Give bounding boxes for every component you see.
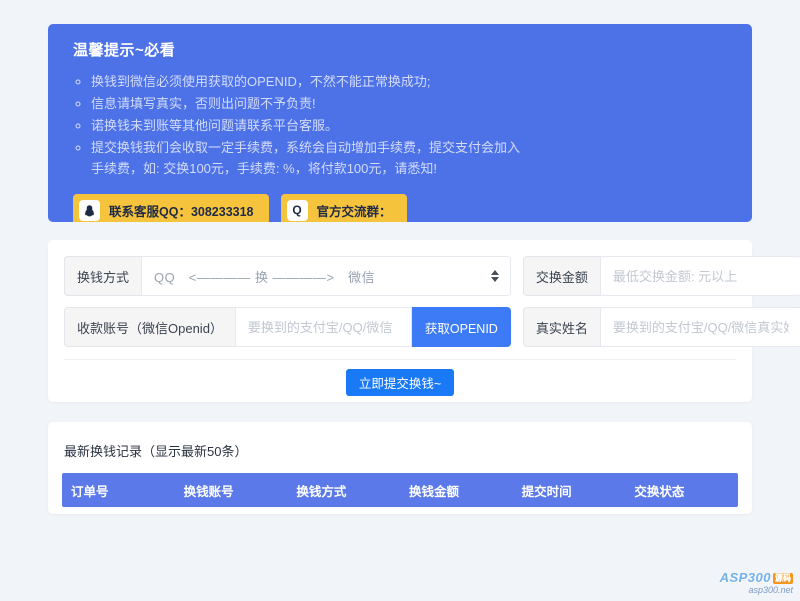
- account-label: 收款账号（微信Openid）: [64, 307, 235, 347]
- realname-label: 真实姓名: [523, 307, 600, 347]
- column-header-amount: 换钱金额: [400, 481, 513, 500]
- account-field: 收款账号（微信Openid） 获取OPENID: [64, 307, 511, 347]
- page: 温馨提示~必看 换钱到微信必须使用获取的OPENID，不然不能正常换成功; 信息…: [0, 0, 800, 514]
- select-arrows-icon: [491, 270, 499, 282]
- notice-item: 信息请填写真实，否则出问题不予负责!: [91, 93, 531, 114]
- submit-exchange-button[interactable]: 立即提交换钱~: [346, 369, 454, 396]
- column-header-order-id: 订单号: [62, 481, 175, 500]
- notice-list: 换钱到微信必须使用获取的OPENID，不然不能正常换成功; 信息请填写真实，否则…: [73, 71, 531, 179]
- contact-service-label: 联系客服QQ：308233318: [109, 201, 254, 220]
- method-field: 换钱方式 QQ <———— 换 ————> 微信: [64, 256, 511, 296]
- column-header-account: 换钱账号: [175, 481, 288, 500]
- form-grid: 换钱方式 QQ <———— 换 ————> 微信 交换金额 收款账号（微信Ope…: [64, 256, 736, 347]
- notice-banner: 温馨提示~必看 换钱到微信必须使用获取的OPENID，不然不能正常换成功; 信息…: [48, 24, 752, 222]
- account-input[interactable]: [235, 307, 412, 347]
- form-footer: 立即提交换钱~: [64, 359, 736, 396]
- method-label: 换钱方式: [64, 256, 141, 296]
- official-group-button[interactable]: Q 官方交流群：: [281, 194, 407, 222]
- realname-input[interactable]: [600, 307, 800, 347]
- records-title: 最新换钱记录（显示最新50条）: [64, 441, 738, 460]
- get-openid-button[interactable]: 获取OPENID: [412, 307, 511, 347]
- records-table-header: 订单号 换钱账号 换钱方式 换钱金额 提交时间 交换状态: [62, 473, 738, 507]
- amount-label: 交换金额: [523, 256, 600, 296]
- contact-service-button[interactable]: 联系客服QQ：308233318: [73, 194, 269, 222]
- asp300-logo-text: ASP300: [720, 570, 771, 585]
- method-select[interactable]: QQ <———— 换 ————> 微信: [141, 256, 511, 296]
- qq-penguin-icon: [79, 200, 100, 221]
- amount-input[interactable]: [600, 256, 800, 296]
- column-header-status: 交换状态: [625, 481, 738, 500]
- amount-field: 交换金额: [523, 256, 800, 296]
- column-header-time: 提交时间: [513, 481, 626, 500]
- site-watermark: ASP300源码 asp300.net: [720, 571, 793, 596]
- asp300-logo: ASP300源码: [720, 571, 793, 585]
- notice-title: 温馨提示~必看: [73, 39, 727, 60]
- realname-field: 真实姓名: [523, 307, 800, 347]
- method-select-value: QQ <———— 换 ————> 微信: [154, 267, 375, 286]
- official-group-label: 官方交流群：: [317, 201, 392, 220]
- records-card: 最新换钱记录（显示最新50条） 订单号 换钱账号 换钱方式 换钱金额 提交时间 …: [48, 422, 752, 514]
- notice-item: 换钱到微信必须使用获取的OPENID，不然不能正常换成功;: [91, 71, 531, 92]
- asp300-logo-badge: 源码: [773, 573, 793, 584]
- exchange-form-card: 换钱方式 QQ <———— 换 ————> 微信 交换金额 收款账号（微信Ope…: [48, 240, 752, 402]
- q-letter-icon: Q: [287, 200, 308, 221]
- notice-item: 诺换钱未到账等其他问题请联系平台客服。: [91, 115, 531, 136]
- site-url-text: asp300.net: [720, 586, 793, 596]
- notice-item: 提交换钱我们会收取一定手续费，系统会自动增加手续费，提交支付会加入手续费，如: …: [91, 137, 531, 179]
- notice-buttons-row: 联系客服QQ：308233318 Q 官方交流群：: [73, 194, 727, 222]
- column-header-method: 换钱方式: [287, 481, 400, 500]
